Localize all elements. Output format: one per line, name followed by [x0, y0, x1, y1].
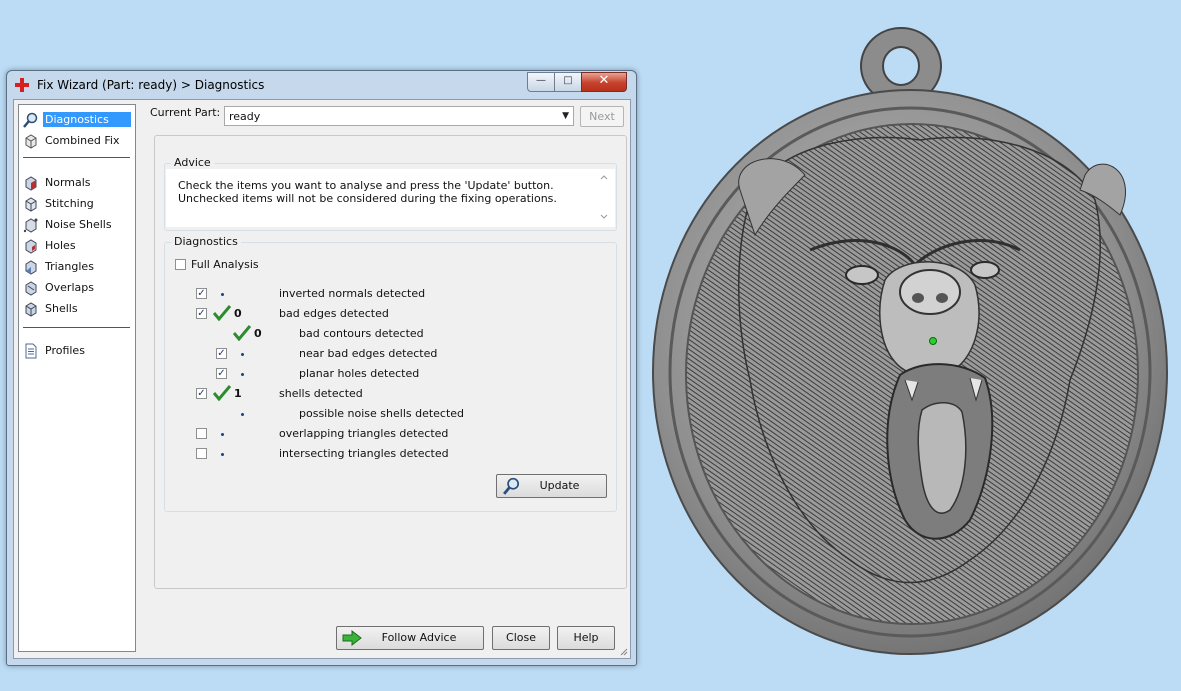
current-part-label: Current Part: — [150, 106, 221, 119]
update-button[interactable]: Update — [496, 474, 607, 498]
maximize-button[interactable]: □ — [554, 72, 582, 92]
row-label-noise-shells: possible noise shells detected — [299, 407, 465, 420]
current-part-value: ready — [229, 110, 261, 123]
nav-item-label: Triangles — [45, 260, 94, 273]
nav-divider — [23, 327, 130, 328]
fix-wizard-window: Fix Wizard (Part: ready) > Diagnostics —… — [6, 70, 637, 666]
green-check-icon — [233, 325, 251, 341]
nav-item-label: Profiles — [45, 344, 85, 357]
inverted-normals-checkbox[interactable]: ✓ — [196, 288, 207, 299]
nav-list: Diagnostics Combined Fix Normals Stitchi… — [18, 104, 136, 652]
document-icon — [25, 343, 37, 358]
row-label-shells: shells detected — [279, 387, 363, 400]
row-label-planar-holes: planar holes detected — [299, 367, 420, 380]
status-dot — [241, 353, 244, 356]
nav-item-diagnostics[interactable]: Diagnostics — [23, 110, 131, 129]
advice-text: Check the items you want to analyse and … — [166, 169, 615, 227]
cube-fix-icon — [25, 133, 37, 149]
window-title: Fix Wizard (Part: ready) > Diagnostics — [37, 78, 265, 92]
green-check-icon — [213, 305, 231, 321]
resize-grip-icon[interactable] — [618, 646, 628, 656]
near-bad-edges-checkbox[interactable]: ✓ — [216, 348, 227, 359]
advice-scrollbar[interactable] — [597, 172, 611, 222]
nav-item-normals[interactable]: Normals — [23, 173, 93, 192]
status-dot — [221, 453, 224, 456]
nav-item-shells[interactable]: Shells — [23, 299, 80, 318]
close-window-button[interactable]: ✕ — [581, 72, 627, 92]
advice-title: Advice — [171, 156, 214, 169]
overlapping-triangles-checkbox[interactable] — [196, 428, 207, 439]
nav-item-label: Combined Fix — [45, 134, 120, 147]
chevron-down-icon: ▼ — [562, 111, 569, 121]
holes-icon — [25, 238, 37, 254]
normals-icon — [25, 175, 37, 191]
row-label-overlapping-triangles: overlapping triangles detected — [279, 427, 449, 440]
wizard-panel: Advice Check the items you want to analy… — [154, 135, 627, 589]
intersecting-triangles-checkbox[interactable] — [196, 448, 207, 459]
status-dot — [241, 373, 244, 376]
nav-item-combined-fix[interactable]: Combined Fix — [23, 131, 121, 150]
title-bar[interactable]: Fix Wizard (Part: ready) > Diagnostics —… — [7, 71, 636, 99]
row-label-intersecting-triangles: intersecting triangles detected — [279, 447, 449, 460]
nav-item-profiles[interactable]: Profiles — [23, 341, 87, 360]
shells-icon — [25, 301, 37, 317]
nav-item-noise-shells[interactable]: Noise Shells — [23, 215, 114, 234]
nav-item-label: Diagnostics — [43, 112, 131, 127]
bad-contours-count: 0 — [254, 327, 262, 340]
nav-item-label: Stitching — [45, 197, 94, 210]
red-cross-icon — [15, 78, 29, 92]
close-button[interactable]: Close — [492, 626, 550, 650]
nav-item-label: Overlaps — [45, 281, 94, 294]
row-label-inverted-normals: inverted normals detected — [279, 287, 426, 300]
magnifier-icon — [503, 477, 520, 495]
bad-edges-count: 0 — [234, 307, 242, 320]
full-analysis-checkbox[interactable] — [175, 259, 186, 270]
bad-edges-checkbox[interactable]: ✓ — [196, 308, 207, 319]
row-label-bad-contours: bad contours detected — [299, 327, 424, 340]
triangles-icon — [25, 259, 37, 275]
stitching-icon — [25, 196, 37, 212]
follow-advice-label: Follow Advice — [381, 631, 457, 644]
diagnostics-title: Diagnostics — [171, 235, 241, 248]
status-dot — [221, 293, 224, 296]
shells-checkbox[interactable]: ✓ — [196, 388, 207, 399]
follow-advice-button[interactable]: Follow Advice — [336, 626, 484, 650]
nav-item-label: Shells — [45, 302, 78, 315]
diagnostics-group: Diagnostics Full Analysis ✓ inverted nor… — [164, 235, 617, 512]
overlaps-icon — [25, 280, 37, 296]
nav-item-label: Holes — [45, 239, 76, 252]
bear-pendant-model — [652, 27, 1168, 655]
green-arrow-icon — [342, 630, 362, 646]
advice-text-content: Check the items you want to analyse and … — [178, 179, 557, 205]
nav-item-triangles[interactable]: Triangles — [23, 257, 96, 276]
row-label-near-bad-edges: near bad edges detected — [299, 347, 438, 360]
magnifier-icon — [23, 112, 38, 128]
update-label: Update — [539, 479, 580, 492]
help-button[interactable]: Help — [557, 626, 615, 650]
nav-item-overlaps[interactable]: Overlaps — [23, 278, 96, 297]
status-dot — [221, 433, 224, 436]
minimize-button[interactable]: — — [527, 72, 555, 92]
window-client: Diagnostics Combined Fix Normals Stitchi… — [13, 99, 631, 659]
nav-divider — [23, 157, 130, 158]
shells-count: 1 — [234, 387, 242, 400]
advice-group: Advice Check the items you want to analy… — [164, 156, 617, 231]
model-viewport[interactable] — [640, 0, 1181, 688]
green-check-icon — [213, 385, 231, 401]
nav-item-label: Normals — [45, 176, 91, 189]
nav-item-stitching[interactable]: Stitching — [23, 194, 96, 213]
current-part-select[interactable]: ready ▼ — [224, 106, 574, 126]
noise-shells-icon — [23, 217, 38, 233]
nav-item-holes[interactable]: Holes — [23, 236, 78, 255]
nav-item-label: Noise Shells — [45, 218, 112, 231]
status-dot — [241, 413, 244, 416]
row-label-bad-edges: bad edges detected — [279, 307, 389, 320]
planar-holes-checkbox[interactable]: ✓ — [216, 368, 227, 379]
next-button[interactable]: Next — [580, 106, 624, 127]
full-analysis-label: Full Analysis — [191, 258, 259, 271]
